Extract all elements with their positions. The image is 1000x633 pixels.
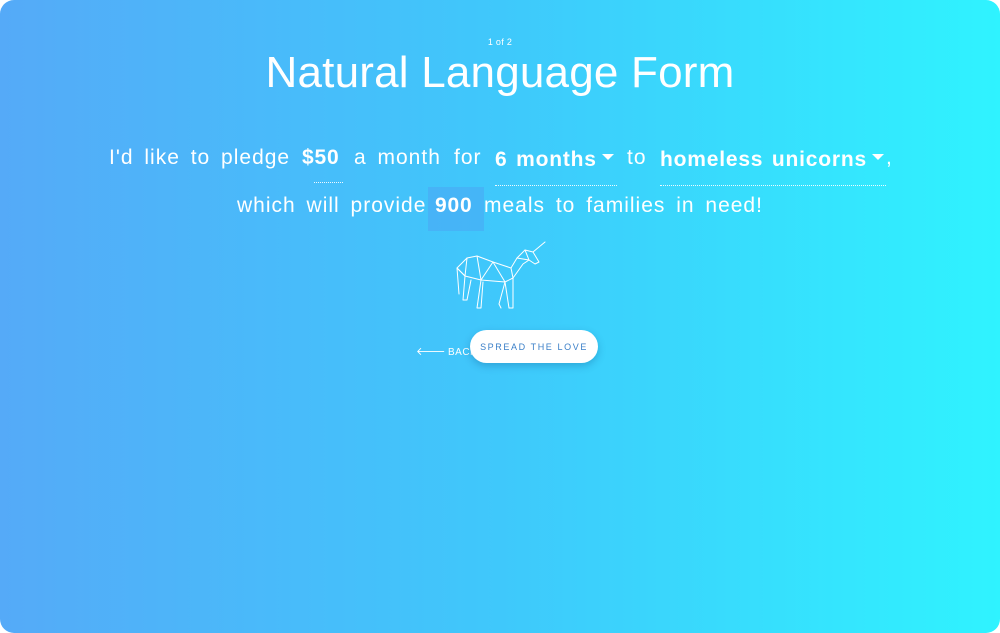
amount-input[interactable]: $50 [302,146,339,170]
sentence-text-6: meals to families in need! [484,194,763,217]
duration-select[interactable]: 6 months [495,148,614,172]
arrow-left-icon: 🡐 [416,346,446,358]
spread-the-love-button[interactable]: SPREAD THE LOVE [470,330,598,363]
unicorn-icon [456,241,546,309]
cause-value: homeless unicorns [660,148,867,171]
sentence-text-4: to [627,146,647,169]
sentence-text-3: for [454,146,482,169]
meals-count: 900 [435,194,473,217]
sentence-text-5: which will provide [237,194,427,217]
cause-underline [660,185,886,186]
chevron-down-icon [601,154,614,161]
back-button[interactable]: 🡐 BACK [416,344,477,358]
cause-select[interactable]: homeless unicorns [660,148,884,172]
page-title: Natural Language Form [265,48,735,97]
sentence-punct: , [886,146,893,169]
sentence-text-2: a month [354,146,441,169]
chevron-down-icon [872,154,884,161]
form-card: 1 of 2 Natural Language Form I'd like to… [0,0,1000,633]
step-indicator: 1 of 2 [487,37,513,47]
amount-underline [314,182,343,183]
sentence-text-1: I'd like to pledge [109,146,291,169]
duration-underline [495,185,617,186]
duration-value: 6 months [495,148,597,171]
